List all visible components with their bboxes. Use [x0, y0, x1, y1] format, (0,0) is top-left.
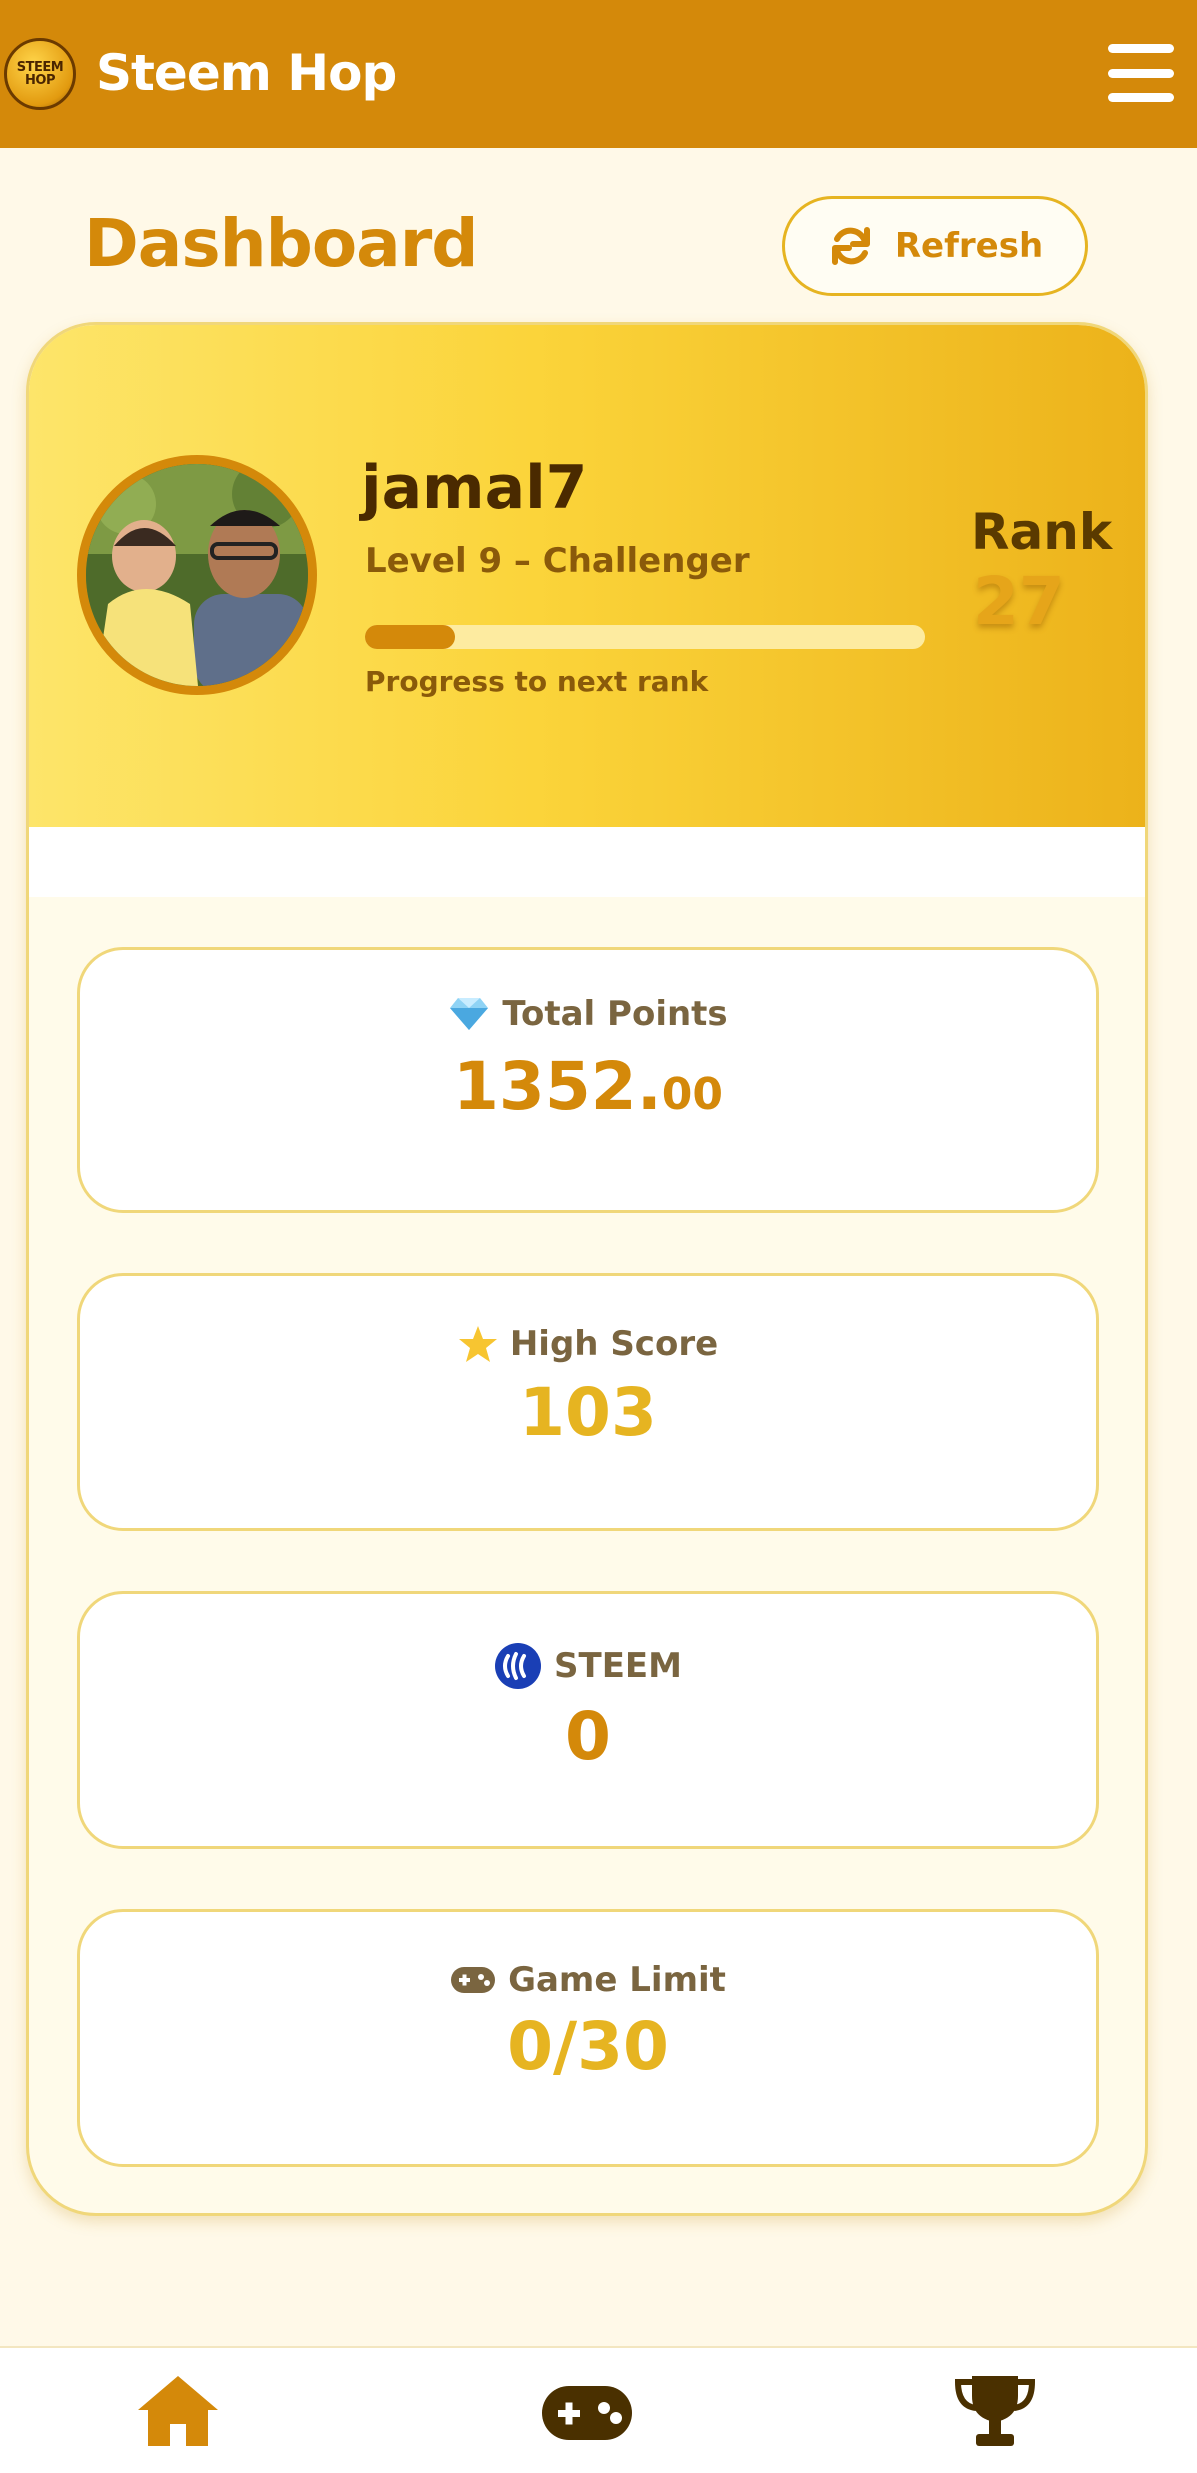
menu-icon[interactable]	[1108, 44, 1174, 102]
dashboard-card: jamal7 Level 9 – Challenger Progress to …	[26, 322, 1148, 2216]
steem-label: STEEM	[554, 1646, 682, 1686]
app-header: STEEM HOP Steem Hop	[0, 0, 1197, 148]
gem-icon	[450, 998, 489, 1030]
level-label: Level 9 – Challenger	[365, 541, 750, 581]
rank-progress-bar	[365, 625, 925, 649]
game-limit-label: Game Limit	[508, 1960, 726, 2000]
nav-leaderboard[interactable]	[954, 2372, 1036, 2454]
bottom-nav	[0, 2346, 1197, 2473]
total-points-int: 1352.	[453, 1048, 662, 1125]
profile-banner: jamal7 Level 9 – Challenger Progress to …	[29, 325, 1145, 827]
star-icon	[458, 1326, 497, 1362]
logo-line2: HOP	[25, 73, 55, 88]
rank-progress-fill	[365, 625, 455, 649]
high-score-label: High Score	[509, 1324, 719, 1364]
high-score-card: High Score 103	[77, 1273, 1099, 1531]
trophy-icon	[954, 2376, 1036, 2446]
rank-label: Rank	[971, 503, 1113, 561]
username: jamal7	[361, 453, 588, 523]
gamepad-icon	[542, 2386, 632, 2440]
profile-divider	[29, 827, 1145, 897]
progress-label: Progress to next rank	[365, 665, 709, 698]
app-title: Steem Hop	[96, 44, 397, 102]
total-points-dec: 00	[661, 1069, 723, 1120]
gamepad-icon	[451, 1967, 496, 1993]
total-points-label: Total Points	[502, 994, 728, 1034]
refresh-label: Refresh	[894, 226, 1044, 266]
steem-value: 0	[565, 1698, 611, 1775]
steem-card: STEEM 0	[77, 1591, 1099, 1849]
refresh-button[interactable]: Refresh	[782, 196, 1088, 296]
high-score-value: 103	[519, 1374, 657, 1451]
game-limit-card: Game Limit 0/30	[77, 1909, 1099, 2167]
app-logo[interactable]: STEEM HOP	[4, 38, 76, 110]
refresh-icon	[831, 227, 870, 265]
steem-icon	[495, 1643, 542, 1689]
page-title: Dashboard	[84, 205, 479, 282]
avatar[interactable]	[77, 455, 317, 695]
nav-games[interactable]	[540, 2384, 634, 2446]
game-limit-value: 0/30	[507, 2008, 669, 2085]
total-points-card: Total Points 1352.00	[77, 947, 1099, 1213]
nav-home[interactable]	[136, 2374, 220, 2452]
home-icon	[138, 2376, 218, 2446]
total-points-value: 1352.00	[453, 1048, 723, 1125]
rank-value: 27	[973, 563, 1065, 640]
